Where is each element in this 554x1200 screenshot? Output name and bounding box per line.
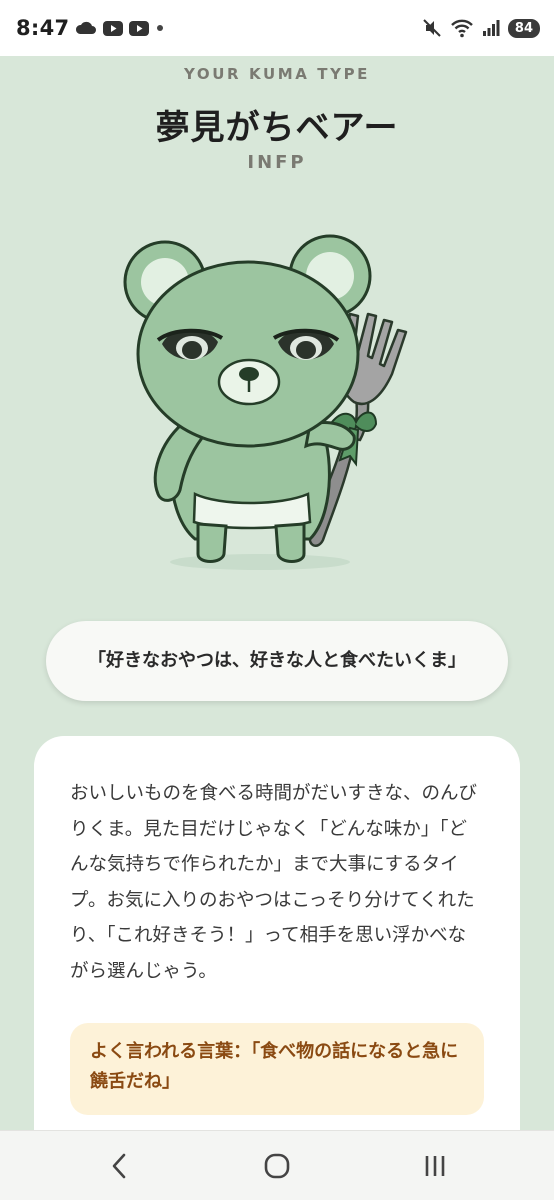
description-text: おいしいものを食べる時間がだいすきな、のんびりくま。見た目だけじゃなく「どんな味…: [70, 783, 478, 982]
clock: 8:47: [16, 16, 70, 40]
status-left: 8:47: [16, 16, 165, 40]
common-phrase-box: よく言われる言葉：「食べ物の話になると急に饒舌だね」: [70, 1023, 484, 1115]
home-icon: [264, 1153, 290, 1178]
signal-icon: [482, 19, 500, 37]
youtube-icon: [103, 20, 124, 36]
recents-icon: [425, 1155, 445, 1176]
status-bar: 8:47 84: [0, 0, 554, 56]
cloud-icon: [75, 21, 97, 35]
navigation-bar: [0, 1130, 554, 1200]
recents-button[interactable]: [405, 1141, 465, 1191]
type-title: 夢見がちベアー: [155, 108, 399, 148]
dot-icon: [155, 23, 165, 33]
bear-illustration: [110, 224, 450, 576]
type-code: INFP: [247, 152, 307, 173]
back-button[interactable]: [89, 1141, 149, 1191]
battery-indicator: 84: [507, 18, 540, 38]
youtube-icon: [129, 20, 150, 36]
description-card: おいしいものを食べる時間がだいすきな、のんびりくま。見た目だけじゃなく「どんな味…: [34, 736, 520, 1130]
result-page: YOUR KUMA TYPE 夢見がちベアー INFP 「好きなおやつは、好きな…: [0, 56, 554, 1130]
type-caption: YOUR KUMA TYPE: [183, 65, 371, 83]
status-right: 84: [422, 18, 540, 38]
home-button[interactable]: [247, 1141, 307, 1191]
mute-icon: [422, 18, 442, 38]
back-icon: [112, 1153, 126, 1178]
quote-box: 「好きなおやつは、好きな人と食べたいくま」: [46, 621, 508, 701]
wifi-icon: [450, 18, 474, 38]
